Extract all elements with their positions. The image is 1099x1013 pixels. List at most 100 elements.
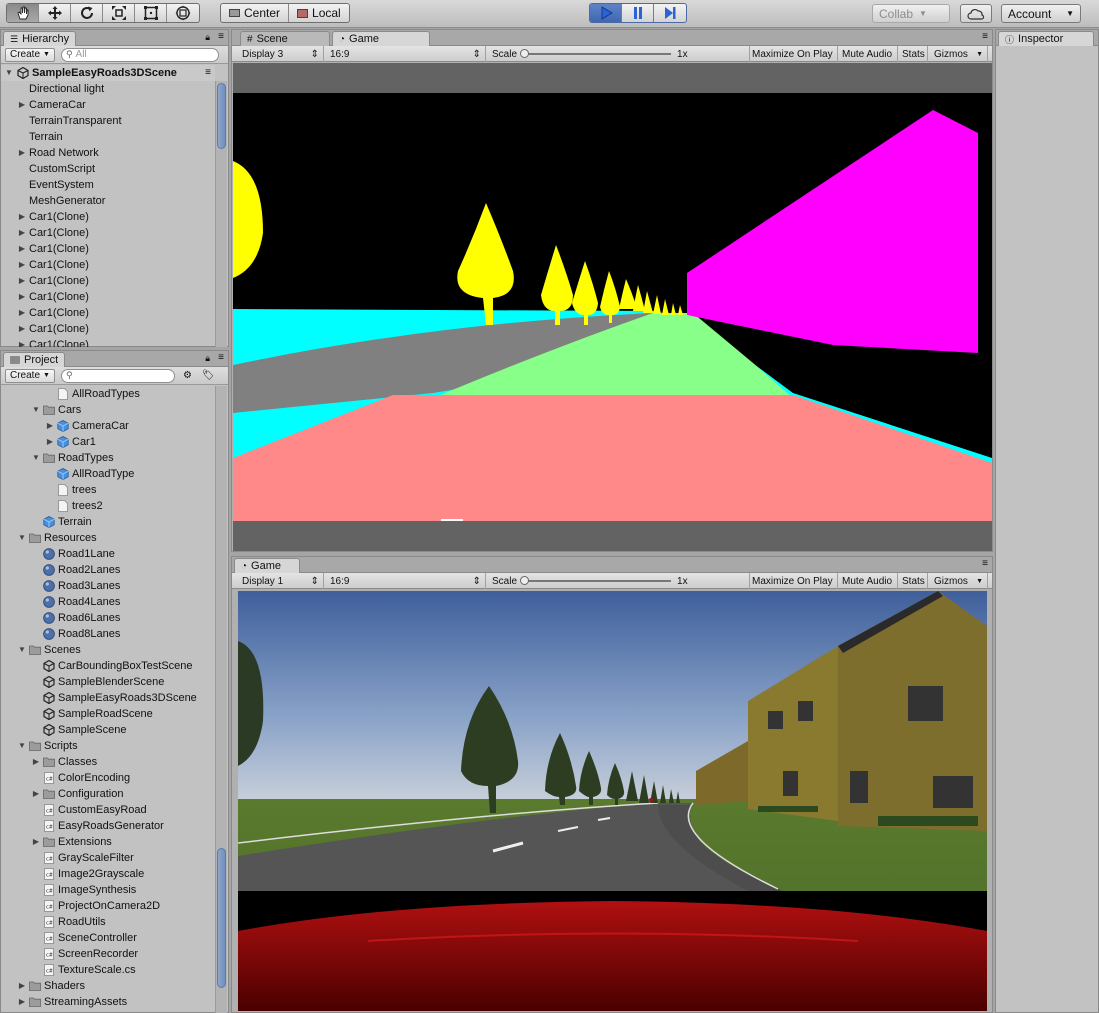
menu-icon[interactable]: ≡	[218, 31, 224, 42]
project-item[interactable]: c# TextureScale.cs	[1, 962, 214, 978]
tab-project[interactable]: Project	[3, 352, 66, 367]
project-item[interactable]: SampleEasyRoads3DScene	[1, 690, 214, 706]
expand-arrow-icon[interactable]: ▶	[17, 305, 27, 321]
step-button[interactable]	[654, 4, 686, 22]
project-item[interactable]: AllRoadTypes	[1, 386, 214, 402]
rect-tool-icon[interactable]	[135, 4, 167, 22]
gizmos-dropdown[interactable]: Gizmos ▼	[930, 46, 988, 62]
project-item[interactable]: trees	[1, 482, 214, 498]
project-item[interactable]: ▶ StreamingAssets	[1, 994, 214, 1010]
scale-slider[interactable]	[520, 576, 672, 585]
project-item[interactable]: CarBoundingBoxTestScene	[1, 658, 214, 674]
camera-viewport[interactable]	[238, 591, 987, 1011]
project-scrollbar[interactable]	[215, 386, 227, 1013]
expand-arrow-icon[interactable]: ▶	[17, 978, 27, 994]
gizmos-dropdown[interactable]: Gizmos ▼	[930, 573, 988, 589]
project-item[interactable]: ▼ Resources	[1, 530, 214, 546]
expand-arrow-icon[interactable]: ▶	[17, 994, 27, 1010]
expand-arrow-icon[interactable]: ▶	[17, 321, 27, 337]
project-item[interactable]: ▶ Car1	[1, 434, 214, 450]
rotate-tool-icon[interactable]	[71, 4, 103, 22]
expand-arrow-icon[interactable]: ▶	[17, 145, 27, 161]
stats-toggle[interactable]: Stats	[898, 573, 928, 589]
project-item[interactable]: ▼ RoadTypes	[1, 450, 214, 466]
hand-tool-icon[interactable]	[7, 4, 39, 22]
project-item[interactable]: c# GrayScaleFilter	[1, 850, 214, 866]
project-item[interactable]: c# SceneController	[1, 930, 214, 946]
scene-root-row[interactable]: ▼ SampleEasyRoads3DScene ≡	[1, 65, 215, 81]
hierarchy-item[interactable]: ▶ Car1(Clone)	[1, 273, 214, 289]
project-item[interactable]: Road2Lanes	[1, 562, 214, 578]
expand-arrow-icon[interactable]: ▶	[45, 418, 55, 434]
project-item[interactable]: Road3Lanes	[1, 578, 214, 594]
menu-icon[interactable]: ≡	[982, 558, 988, 569]
mute-audio-toggle[interactable]: Mute Audio	[838, 573, 898, 589]
project-item[interactable]: Road4Lanes	[1, 594, 214, 610]
hierarchy-create-button[interactable]: Create ▼	[5, 47, 55, 62]
project-item[interactable]: c# CustomEasyRoad	[1, 802, 214, 818]
project-item[interactable]: Road8Lanes	[1, 626, 214, 642]
hierarchy-item[interactable]: MeshGenerator	[1, 193, 214, 209]
filter-by-label-icon[interactable]: 🏷︎	[202, 370, 215, 381]
expand-arrow-icon[interactable]: ▶	[31, 834, 41, 850]
hierarchy-item[interactable]: ▶ CameraCar	[1, 97, 214, 113]
expand-arrow-icon[interactable]: ▶	[17, 289, 27, 305]
filter-by-type-icon[interactable]: ⚙	[183, 370, 192, 381]
hierarchy-item[interactable]: ▶ Car1(Clone)	[1, 337, 214, 347]
hierarchy-item[interactable]: ▶ Car1(Clone)	[1, 225, 214, 241]
project-item[interactable]: Road6Lanes	[1, 610, 214, 626]
expand-arrow-icon[interactable]: ▶	[17, 241, 27, 257]
menu-icon[interactable]: ≡	[205, 65, 211, 81]
scale-slider-handle[interactable]	[520, 576, 530, 585]
expand-arrow-icon[interactable]: ▼	[17, 642, 27, 658]
display-select[interactable]: Display 1 ⇕	[238, 573, 324, 589]
expand-arrow-icon[interactable]: ▶	[17, 209, 27, 225]
hierarchy-item[interactable]: ▶ Car1(Clone)	[1, 289, 214, 305]
expand-arrow-icon[interactable]: ▶	[17, 273, 27, 289]
project-item[interactable]: c# ScreenRecorder	[1, 946, 214, 962]
hierarchy-item[interactable]: ▶ Car1(Clone)	[1, 305, 214, 321]
expand-arrow-icon[interactable]: ▼	[17, 738, 27, 754]
display-select[interactable]: Display 3 ⇕	[238, 46, 324, 62]
project-item[interactable]: c# Image2Grayscale	[1, 866, 214, 882]
hierarchy-item[interactable]: ▶ Road Network	[1, 145, 214, 161]
aspect-select[interactable]: 16:9 ⇕	[326, 46, 486, 62]
project-item[interactable]: c# ProjectOnCamera2D	[1, 898, 214, 914]
pivot-center-button[interactable]: Center	[221, 4, 290, 22]
expand-arrow-icon[interactable]: ▼	[31, 450, 41, 466]
project-item[interactable]: ▶ CameraCar	[1, 418, 214, 434]
expand-arrow-icon[interactable]: ▶	[31, 754, 41, 770]
expand-arrow-icon[interactable]: ▶	[17, 257, 27, 273]
pivot-local-button[interactable]: Local	[289, 4, 349, 22]
play-button[interactable]	[590, 4, 622, 22]
lock-icon[interactable]: 🔒︎	[205, 32, 210, 43]
cloud-button[interactable]	[960, 4, 992, 23]
hierarchy-item[interactable]: ▶ Car1(Clone)	[1, 257, 214, 273]
mute-audio-toggle[interactable]: Mute Audio	[838, 46, 898, 62]
project-item[interactable]: c# ColorEncoding	[1, 770, 214, 786]
hierarchy-item[interactable]: ▶ Car1(Clone)	[1, 241, 214, 257]
hierarchy-item[interactable]: ▶ Car1(Clone)	[1, 321, 214, 337]
scale-slider-handle[interactable]	[520, 49, 530, 58]
tab-scene[interactable]: # Scene	[240, 31, 330, 46]
project-item[interactable]: ▶ Extensions	[1, 834, 214, 850]
collab-button[interactable]: Collab ▼	[872, 4, 950, 23]
lock-icon[interactable]: 🔒︎	[205, 353, 210, 364]
project-scrollbar-thumb[interactable]	[217, 848, 226, 988]
hierarchy-item[interactable]: ▶ Car1(Clone)	[1, 209, 214, 225]
hierarchy-scrollbar[interactable]	[215, 81, 227, 347]
project-item[interactable]: c# ImageSynthesis	[1, 882, 214, 898]
transform-tool-icon[interactable]	[167, 4, 199, 22]
hierarchy-item[interactable]: EventSystem	[1, 177, 214, 193]
project-item[interactable]: ▶ Classes	[1, 754, 214, 770]
project-item[interactable]: ▼ Cars	[1, 402, 214, 418]
tab-inspector[interactable]: ⓘ Inspector	[998, 31, 1094, 46]
tab-hierarchy[interactable]: ☰ Hierarchy	[3, 31, 77, 46]
project-item[interactable]: trees2	[1, 498, 214, 514]
project-item[interactable]: SampleBlenderScene	[1, 674, 214, 690]
project-item[interactable]: SampleRoadScene	[1, 706, 214, 722]
menu-icon[interactable]: ≡	[218, 352, 224, 363]
project-item[interactable]: AllRoadType	[1, 466, 214, 482]
tab-game-bottom[interactable]: ◔ Game	[234, 558, 300, 573]
project-item[interactable]: ▶ Configuration	[1, 786, 214, 802]
